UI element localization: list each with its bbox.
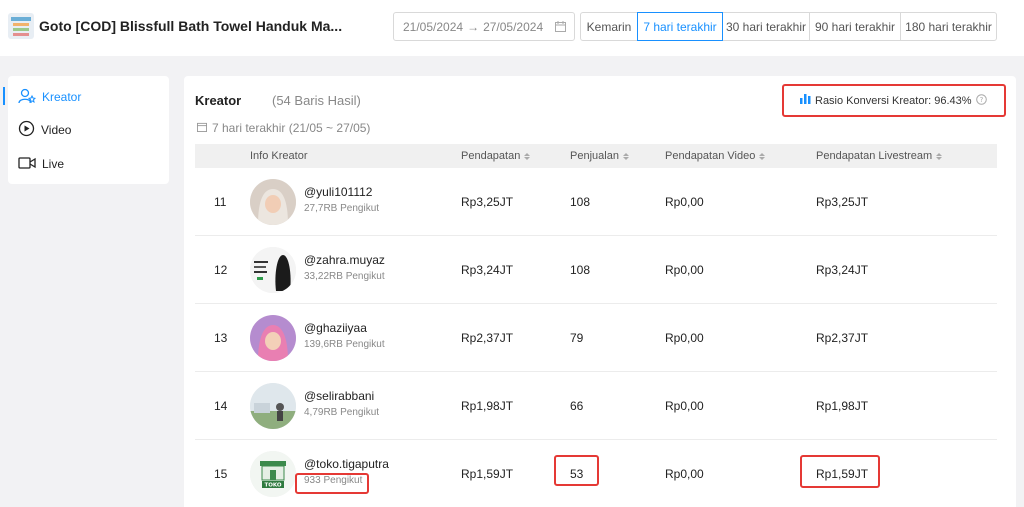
creator-handle[interactable]: @toko.tigaputra	[304, 457, 389, 471]
table-row[interactable]: 14 @selirabbani 4,79RB Pengikut Rp1,98JT…	[195, 372, 997, 440]
sidebar-item-video[interactable]: Video	[18, 118, 71, 142]
live-revenue: Rp2,37JT	[816, 331, 869, 345]
calendar-icon	[197, 121, 207, 135]
date-start: 21/05/2024	[403, 19, 464, 34]
sort-icon	[622, 152, 629, 160]
revenue: Rp2,37JT	[461, 331, 514, 345]
table-row[interactable]: 15 TOKO @toko.tigaputra 933 Pengikut Rp1…	[195, 440, 997, 507]
conversion-ratio-text: Rasio Konversi Kreator: 96.43%	[815, 94, 972, 107]
live-revenue: Rp3,24JT	[816, 263, 869, 277]
follower-count: 4,79RB Pengikut	[304, 407, 380, 418]
video-revenue: Rp0,00	[665, 399, 704, 413]
sort-icon	[524, 152, 531, 160]
calendar-icon	[555, 21, 566, 35]
period-30-days[interactable]: 30 hari terakhir	[722, 12, 810, 41]
period-info-text: 7 hari terakhir (21/05 ~ 27/05)	[212, 121, 371, 135]
toko-logo-text: TOKO	[264, 483, 281, 489]
sidebar: Kreator Video Live	[8, 76, 169, 184]
avatar[interactable]	[250, 383, 296, 429]
sidebar-active-indicator	[3, 87, 5, 105]
creator-handle[interactable]: @yuli101112	[304, 185, 372, 199]
sales: 79	[570, 331, 584, 345]
avatar[interactable]	[250, 179, 296, 225]
video-revenue: Rp0,00	[665, 195, 704, 209]
column-header-sales[interactable]: Penjualan	[570, 150, 629, 162]
period-180-days[interactable]: 180 hari terakhir	[900, 12, 997, 41]
column-header-info: Info Kreator	[250, 150, 308, 162]
video-revenue: Rp0,00	[665, 263, 704, 277]
section-title: Kreator	[195, 93, 242, 108]
period-selector: Kemarin 7 hari terakhir 30 hari terakhir…	[580, 12, 997, 41]
revenue: Rp1,59JT	[461, 467, 514, 481]
creator-handle[interactable]: @zahra.muyaz	[304, 253, 385, 267]
rank: 11	[214, 195, 227, 209]
table-row[interactable]: 11 @yuli101112 27,7RB Pengikut Rp3,25JT …	[195, 168, 997, 236]
sidebar-item-kreator[interactable]: Kreator	[18, 85, 81, 109]
follower-count: 139,6RB Pengikut	[304, 339, 385, 350]
rank: 12	[214, 263, 228, 277]
creator-icon	[18, 88, 37, 107]
conversion-ratio-badge: Rasio Konversi Kreator: 96.43% ?	[782, 84, 1006, 117]
column-header-video-revenue[interactable]: Pendapatan Video	[665, 150, 766, 162]
table-row[interactable]: 12 @zahra.muyaz 33,22RB Pengikut Rp3,24J…	[195, 236, 997, 304]
column-header-live-revenue[interactable]: Pendapatan Livestream	[816, 150, 943, 162]
sort-icon	[759, 152, 766, 160]
creator-handle[interactable]: @ghaziiyaa	[304, 321, 367, 335]
svg-text:?: ?	[979, 96, 983, 104]
sidebar-item-label: Kreator	[42, 90, 82, 104]
sales: 108	[570, 195, 591, 209]
live-revenue: Rp1,98JT	[816, 399, 869, 413]
sales-highlight-box	[554, 455, 599, 486]
revenue: Rp3,25JT	[461, 195, 514, 209]
date-end: 27/05/2024	[483, 19, 544, 34]
rank: 14	[214, 399, 228, 413]
period-90-days[interactable]: 90 hari terakhir	[809, 12, 901, 41]
play-circle-icon	[18, 120, 35, 140]
product-title: Goto [COD] Blissfull Bath Towel Handuk M…	[39, 18, 343, 34]
follower-count: 33,22RB Pengikut	[304, 271, 385, 282]
follower-highlight-box	[295, 473, 369, 494]
result-count: (54 Baris Hasil)	[272, 93, 361, 108]
bar-chart-icon	[800, 94, 811, 107]
date-range-picker[interactable]: 21/05/2024 → 27/05/2024	[393, 12, 575, 41]
revenue: Rp3,24JT	[461, 263, 514, 277]
live-revenue: Rp3,25JT	[816, 195, 869, 209]
avatar[interactable]	[250, 247, 296, 293]
sales: 66	[570, 399, 584, 413]
video-revenue: Rp0,00	[665, 467, 704, 481]
live-camera-icon	[18, 156, 36, 173]
table-row[interactable]: 13 @ghaziiyaa 139,6RB Pengikut Rp2,37JT …	[195, 304, 997, 372]
sidebar-item-label: Live	[42, 157, 65, 171]
sidebar-item-live[interactable]: Live	[18, 152, 64, 176]
revenue: Rp1,98JT	[461, 399, 514, 413]
live-revenue-highlight-box	[800, 455, 880, 488]
sort-icon	[936, 152, 943, 160]
creator-panel: Kreator (54 Baris Hasil) Rasio Konversi …	[184, 76, 1016, 507]
product-thumbnail	[8, 13, 34, 39]
top-bar: Goto [COD] Blissfull Bath Towel Handuk M…	[0, 0, 1024, 56]
rank: 15	[214, 467, 228, 481]
period-info: 7 hari terakhir (21/05 ~ 27/05)	[197, 121, 370, 135]
video-revenue: Rp0,00	[665, 331, 704, 345]
info-icon[interactable]: ?	[975, 93, 987, 108]
avatar[interactable]	[250, 315, 296, 361]
column-header-revenue[interactable]: Pendapatan	[461, 150, 531, 162]
avatar[interactable]: TOKO	[250, 451, 296, 497]
table-header: Info Kreator Pendapatan Penjualan Pendap…	[195, 144, 997, 168]
period-yesterday[interactable]: Kemarin	[580, 12, 638, 41]
creator-handle[interactable]: @selirabbani	[304, 389, 374, 403]
sales: 108	[570, 263, 591, 277]
follower-count: 27,7RB Pengikut	[304, 203, 380, 214]
period-7-days[interactable]: 7 hari terakhir	[637, 12, 723, 41]
date-arrow: →	[467, 19, 480, 34]
sidebar-item-label: Video	[41, 123, 72, 137]
rank: 13	[214, 331, 228, 345]
